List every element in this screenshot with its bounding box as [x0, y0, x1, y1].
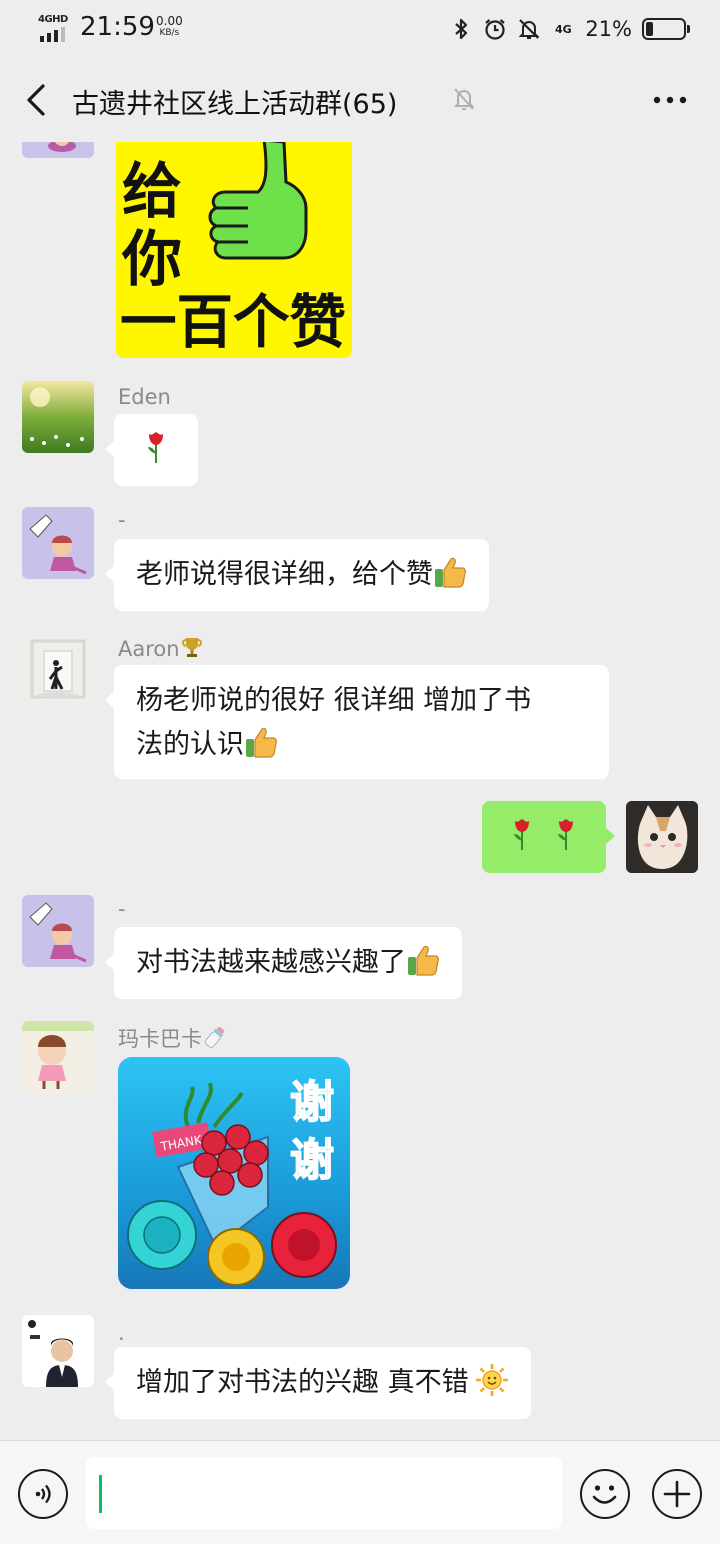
bluetooth-icon [449, 17, 473, 41]
message-list[interactable]: 给 你 一百个赞 Eden - 老师说得很详细，给个赞 Aaron 杨老师说的很… [0, 142, 720, 1440]
avatar-makabaka[interactable] [22, 1021, 94, 1093]
thanks-text: 谢 [290, 1077, 334, 1128]
avatar[interactable] [22, 142, 94, 158]
sender-name: Aaron [118, 635, 204, 661]
plus-icon [663, 1480, 691, 1508]
speed-value: 0.00 [156, 14, 183, 28]
speed-unit: KB/s [159, 28, 180, 38]
rose-emoji-icon [148, 432, 163, 463]
mute-bell-icon [452, 86, 476, 112]
thumbs-up-emoji-icon [408, 945, 439, 976]
alarm-icon [483, 17, 507, 41]
message-bubble[interactable]: 增加了对书法的兴趣 真不错 [105, 1347, 531, 1419]
rose-emoji-icon [513, 819, 529, 850]
message-bubble[interactable]: 杨老师说的很好 很详细 增加了书 法的认识 [105, 665, 609, 779]
trophy-icon [181, 638, 202, 657]
message-text: 老师说得很详细，给个赞 [136, 559, 433, 590]
my-avatar[interactable] [626, 801, 698, 873]
mobile-data-icon: 4G [551, 17, 575, 41]
thumbs-up-sticker[interactable]: 给 你 一百个赞 [116, 142, 352, 358]
sender-name: . [118, 1321, 125, 1345]
thumbs-up-icon: 给 你 一百个赞 [116, 142, 352, 358]
my-message-bubble[interactable] [482, 801, 615, 873]
thumbs-up-emoji-icon [435, 557, 466, 588]
silent-icon [517, 17, 541, 41]
battery-fill [646, 22, 653, 36]
sticker-text-1: 给 [122, 157, 182, 227]
message-text-line: 法的认识 [136, 723, 587, 767]
text-caret [99, 1475, 102, 1513]
avatar[interactable] [22, 507, 94, 579]
message-text: 增加了对书法的兴趣 真不错 [136, 1367, 469, 1398]
smiley-icon [592, 1485, 617, 1504]
back-button[interactable] [16, 78, 56, 122]
sender-name: 玛卡巴卡 [118, 1023, 228, 1053]
sender-name: Eden [118, 385, 171, 409]
signal-icon: 4GHD [38, 14, 72, 42]
sender-name: - [118, 897, 126, 921]
svg-text:你: 你 [121, 225, 182, 295]
status-bar: 4GHD 21:59 0.00 KB/s 4G 21% [0, 0, 720, 58]
chat-header: 古遗井社区线上活动群(65) [0, 58, 720, 142]
sender-name: - [118, 508, 126, 532]
svg-text:谢: 谢 [290, 1135, 334, 1186]
group-title[interactable]: 古遗井社区线上活动群(65) [72, 82, 397, 121]
baby-bottle-icon [204, 1026, 225, 1048]
sender-name-text: 玛卡巴卡 [118, 1027, 202, 1051]
message-input[interactable] [86, 1457, 562, 1529]
rose-emoji-icon [558, 819, 574, 850]
chevron-left-icon [27, 84, 45, 116]
avatar[interactable] [22, 895, 94, 967]
message-text: 对书法越来越感兴趣了 [136, 947, 406, 978]
sender-name-text: Aaron [118, 637, 180, 661]
thumbs-up-emoji-icon [246, 727, 277, 758]
input-bar [0, 1440, 720, 1544]
avatar[interactable] [22, 1315, 94, 1387]
voice-input-button[interactable] [18, 1469, 68, 1519]
battery-percent: 21% [585, 17, 632, 41]
network-type: 4GHD [38, 14, 68, 25]
emoji-button[interactable] [580, 1469, 630, 1519]
voice-icon [35, 1484, 51, 1504]
message-bubble[interactable] [105, 414, 198, 486]
message-bubble[interactable]: 老师说得很详细，给个赞 [105, 539, 489, 611]
avatar-eden[interactable] [22, 381, 94, 453]
more-actions-button[interactable] [652, 1469, 702, 1519]
svg-text:一百个赞: 一百个赞 [120, 288, 346, 356]
more-button[interactable] [650, 80, 690, 120]
message-text: 法的认识 [136, 729, 244, 760]
clock: 21:59 [80, 12, 155, 42]
battery-icon [642, 18, 690, 40]
message-bubble[interactable]: 对书法越来越感兴趣了 [105, 927, 462, 999]
thanks-sticker[interactable]: THANK 谢 谢 [118, 1057, 350, 1289]
network-type-2: 4G [554, 22, 572, 36]
avatar-aaron[interactable] [22, 633, 94, 705]
network-speed: 0.00 KB/s [156, 15, 183, 39]
message-text-line: 杨老师说的很好 很详细 增加了书 [136, 685, 532, 716]
more-dots-icon [653, 96, 687, 104]
sun-emoji-icon [475, 1364, 508, 1396]
flower-bouquet-icon: THANK 谢 谢 [118, 1057, 350, 1289]
